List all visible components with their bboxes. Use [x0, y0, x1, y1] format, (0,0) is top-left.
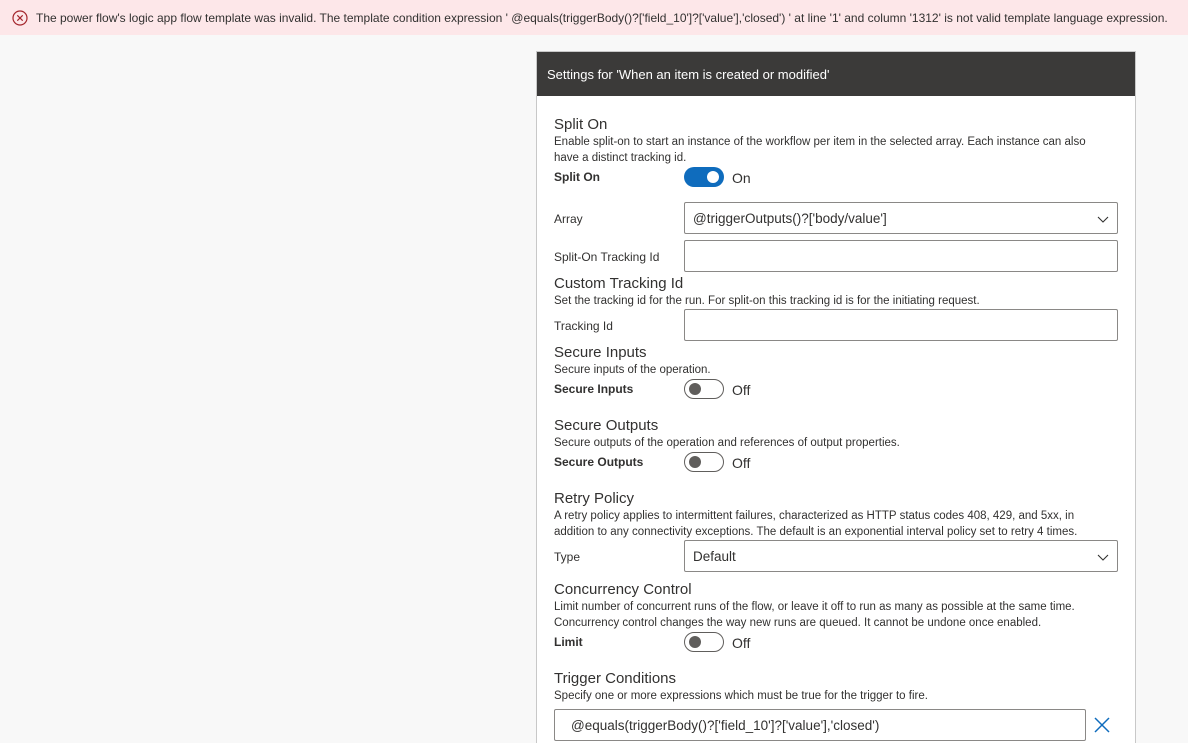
- concurrency-limit-toggle[interactable]: [684, 632, 724, 652]
- secure-outputs-toggle[interactable]: [684, 452, 724, 472]
- split-on-tracking-label: Split-On Tracking Id: [554, 250, 660, 264]
- concurrency-limit-label: Limit: [554, 635, 583, 649]
- settings-panel: Settings for 'When an item is created or…: [536, 51, 1136, 743]
- concurrency-description-1: Limit number of concurrent runs of the f…: [554, 601, 1075, 613]
- trigger-condition-value: @equals(triggerBody()?['field_10']?['val…: [571, 718, 880, 733]
- toggle-knob: [689, 383, 701, 395]
- trigger-conditions-description: Specify one or more expressions which mu…: [554, 690, 928, 702]
- retry-policy-description-1: A retry policy applies to intermittent f…: [554, 510, 1075, 522]
- error-circle-icon: [12, 10, 28, 26]
- trigger-condition-input[interactable]: @equals(triggerBody()?['field_10']?['val…: [554, 709, 1086, 741]
- chevron-down-icon: [1097, 554, 1109, 561]
- array-label: Array: [554, 212, 583, 226]
- trigger-conditions-title: Trigger Conditions: [554, 670, 676, 687]
- secure-outputs-description: Secure outputs of the operation and refe…: [554, 437, 900, 449]
- split-on-toggle-label: Split On: [554, 170, 600, 184]
- array-dropdown[interactable]: @triggerOutputs()?['body/value']: [684, 202, 1118, 234]
- concurrency-title: Concurrency Control: [554, 581, 692, 598]
- concurrency-description-2: Concurrency control changes the way new …: [554, 617, 1042, 629]
- concurrency-limit-state: Off: [732, 635, 751, 651]
- retry-type-label: Type: [554, 550, 581, 564]
- secure-outputs-toggle-label: Secure Outputs: [554, 455, 644, 469]
- split-on-toggle[interactable]: [684, 167, 724, 187]
- error-banner: The power flow's logic app flow template…: [0, 0, 1188, 35]
- tracking-id-input[interactable]: [684, 309, 1118, 341]
- split-on-title: Split On: [554, 116, 608, 133]
- split-on-description-1: Enable split-on to start an instance of …: [554, 136, 1086, 148]
- panel-title: Settings for 'When an item is created or…: [547, 67, 830, 82]
- toggle-knob: [689, 456, 701, 468]
- secure-inputs-toggle-state: Off: [732, 382, 751, 398]
- secure-outputs-toggle-state: Off: [732, 455, 751, 471]
- array-value: @triggerOutputs()?['body/value']: [693, 211, 887, 226]
- panel-header: Settings for 'When an item is created or…: [537, 52, 1135, 96]
- secure-inputs-description: Secure inputs of the operation.: [554, 364, 711, 376]
- split-on-tracking-input[interactable]: [684, 240, 1118, 272]
- secure-inputs-toggle[interactable]: [684, 379, 724, 399]
- retry-policy-title: Retry Policy: [554, 490, 635, 507]
- error-message: The power flow's logic app flow template…: [36, 11, 1168, 25]
- secure-inputs-toggle-label: Secure Inputs: [554, 382, 634, 396]
- custom-tracking-description: Set the tracking id for the run. For spl…: [554, 295, 980, 307]
- tracking-id-label: Tracking Id: [554, 319, 613, 333]
- split-on-toggle-state: On: [732, 170, 751, 186]
- secure-inputs-title: Secure Inputs: [554, 344, 647, 361]
- split-on-description-2: have a distinct tracking id.: [554, 152, 687, 164]
- toggle-knob: [689, 636, 701, 648]
- custom-tracking-title: Custom Tracking Id: [554, 275, 684, 292]
- remove-condition-icon[interactable]: [1093, 716, 1111, 734]
- retry-type-value: Default: [693, 549, 736, 564]
- retry-policy-description-2: addition to any connectivity exceptions.…: [554, 526, 1078, 538]
- toggle-knob: [707, 171, 719, 183]
- retry-type-dropdown[interactable]: Default: [684, 540, 1118, 572]
- secure-outputs-title: Secure Outputs: [554, 417, 659, 434]
- chevron-down-icon: [1097, 216, 1109, 223]
